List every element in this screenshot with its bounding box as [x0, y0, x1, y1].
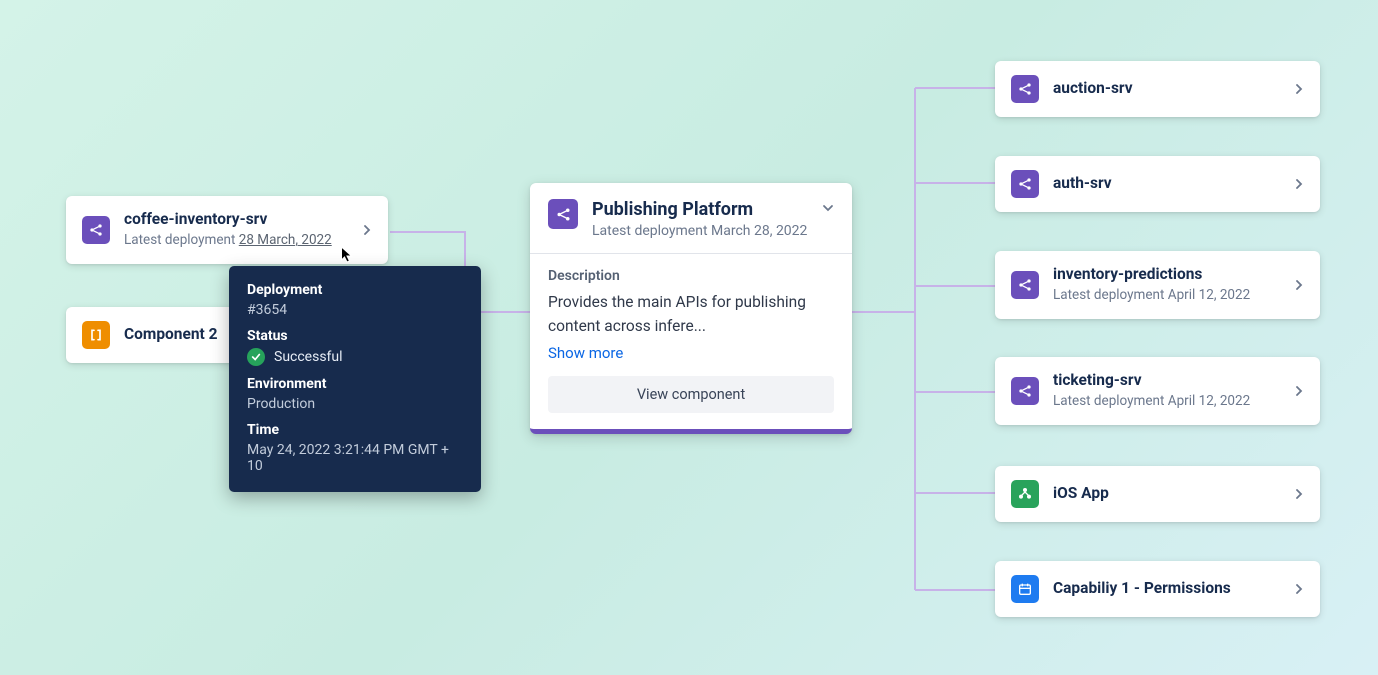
share-icon [1011, 170, 1039, 198]
node-subtitle: Latest deployment 28 March, 2022 [124, 231, 352, 249]
share-icon [1011, 377, 1039, 405]
node-title: ticketing-srv [1053, 371, 1284, 390]
share-icon [82, 216, 110, 244]
tooltip-env-value: Production [247, 396, 463, 412]
tooltip-deployment-label: Deployment [247, 282, 463, 298]
chevron-right-icon [1294, 280, 1304, 290]
node-title: coffee-inventory-srv [124, 210, 352, 229]
description-label: Description [548, 268, 834, 284]
node-title: Publishing Platform [592, 199, 812, 220]
chevron-down-icon[interactable] [822, 203, 834, 213]
chevron-right-icon [1294, 386, 1304, 396]
show-more-link[interactable]: Show more [548, 344, 623, 362]
share-icon [1011, 75, 1039, 103]
node-subtitle: Latest deployment April 12, 2022 [1053, 392, 1284, 410]
share-icon [1011, 271, 1039, 299]
node-title: inventory-predictions [1053, 265, 1284, 284]
description-text: Provides the main APIs for publishing co… [548, 290, 834, 338]
node-subtitle: Latest deployment April 12, 2022 [1053, 286, 1284, 304]
node-title: iOS App [1053, 484, 1284, 503]
calendar-icon [1011, 575, 1039, 603]
node-inventory-predictions[interactable]: inventory-predictions Latest deployment … [995, 251, 1320, 319]
view-component-button[interactable]: View component [548, 376, 834, 413]
share-icon [548, 199, 578, 229]
node-auth-srv[interactable]: auth-srv [995, 156, 1320, 212]
brackets-icon [82, 321, 110, 349]
app-icon [1011, 480, 1039, 508]
deployment-date-link[interactable]: 28 March, 2022 [239, 232, 332, 248]
tooltip-status-value: Successful [247, 348, 463, 366]
node-title: auction-srv [1053, 79, 1284, 98]
tooltip-env-label: Environment [247, 376, 463, 392]
cursor-icon [340, 246, 353, 264]
deployment-tooltip: Deployment #3654 Status Successful Envir… [229, 266, 481, 492]
tooltip-time-label: Time [247, 422, 463, 438]
tooltip-deployment-value: #3654 [247, 302, 463, 318]
node-capability-permissions[interactable]: Capabiliy 1 - Permissions [995, 561, 1320, 617]
node-ticketing-srv[interactable]: ticketing-srv Latest deployment April 12… [995, 357, 1320, 425]
node-publishing-platform: Publishing Platform Latest deployment Ma… [530, 183, 852, 434]
chevron-right-icon [1294, 84, 1304, 94]
node-ios-app[interactable]: iOS App [995, 466, 1320, 522]
chevron-right-icon [1294, 584, 1304, 594]
node-title: Capabiliy 1 - Permissions [1053, 579, 1284, 598]
node-title: auth-srv [1053, 174, 1284, 193]
chevron-right-icon [1294, 179, 1304, 189]
node-subtitle: Latest deployment March 28, 2022 [592, 223, 812, 239]
tooltip-time-value: May 24, 2022 3:21:44 PM GMT + 10 [247, 442, 463, 474]
chevron-right-icon [362, 225, 372, 235]
check-circle-icon [247, 348, 265, 366]
node-auction-srv[interactable]: auction-srv [995, 61, 1320, 117]
tooltip-status-label: Status [247, 328, 463, 344]
chevron-right-icon [1294, 489, 1304, 499]
